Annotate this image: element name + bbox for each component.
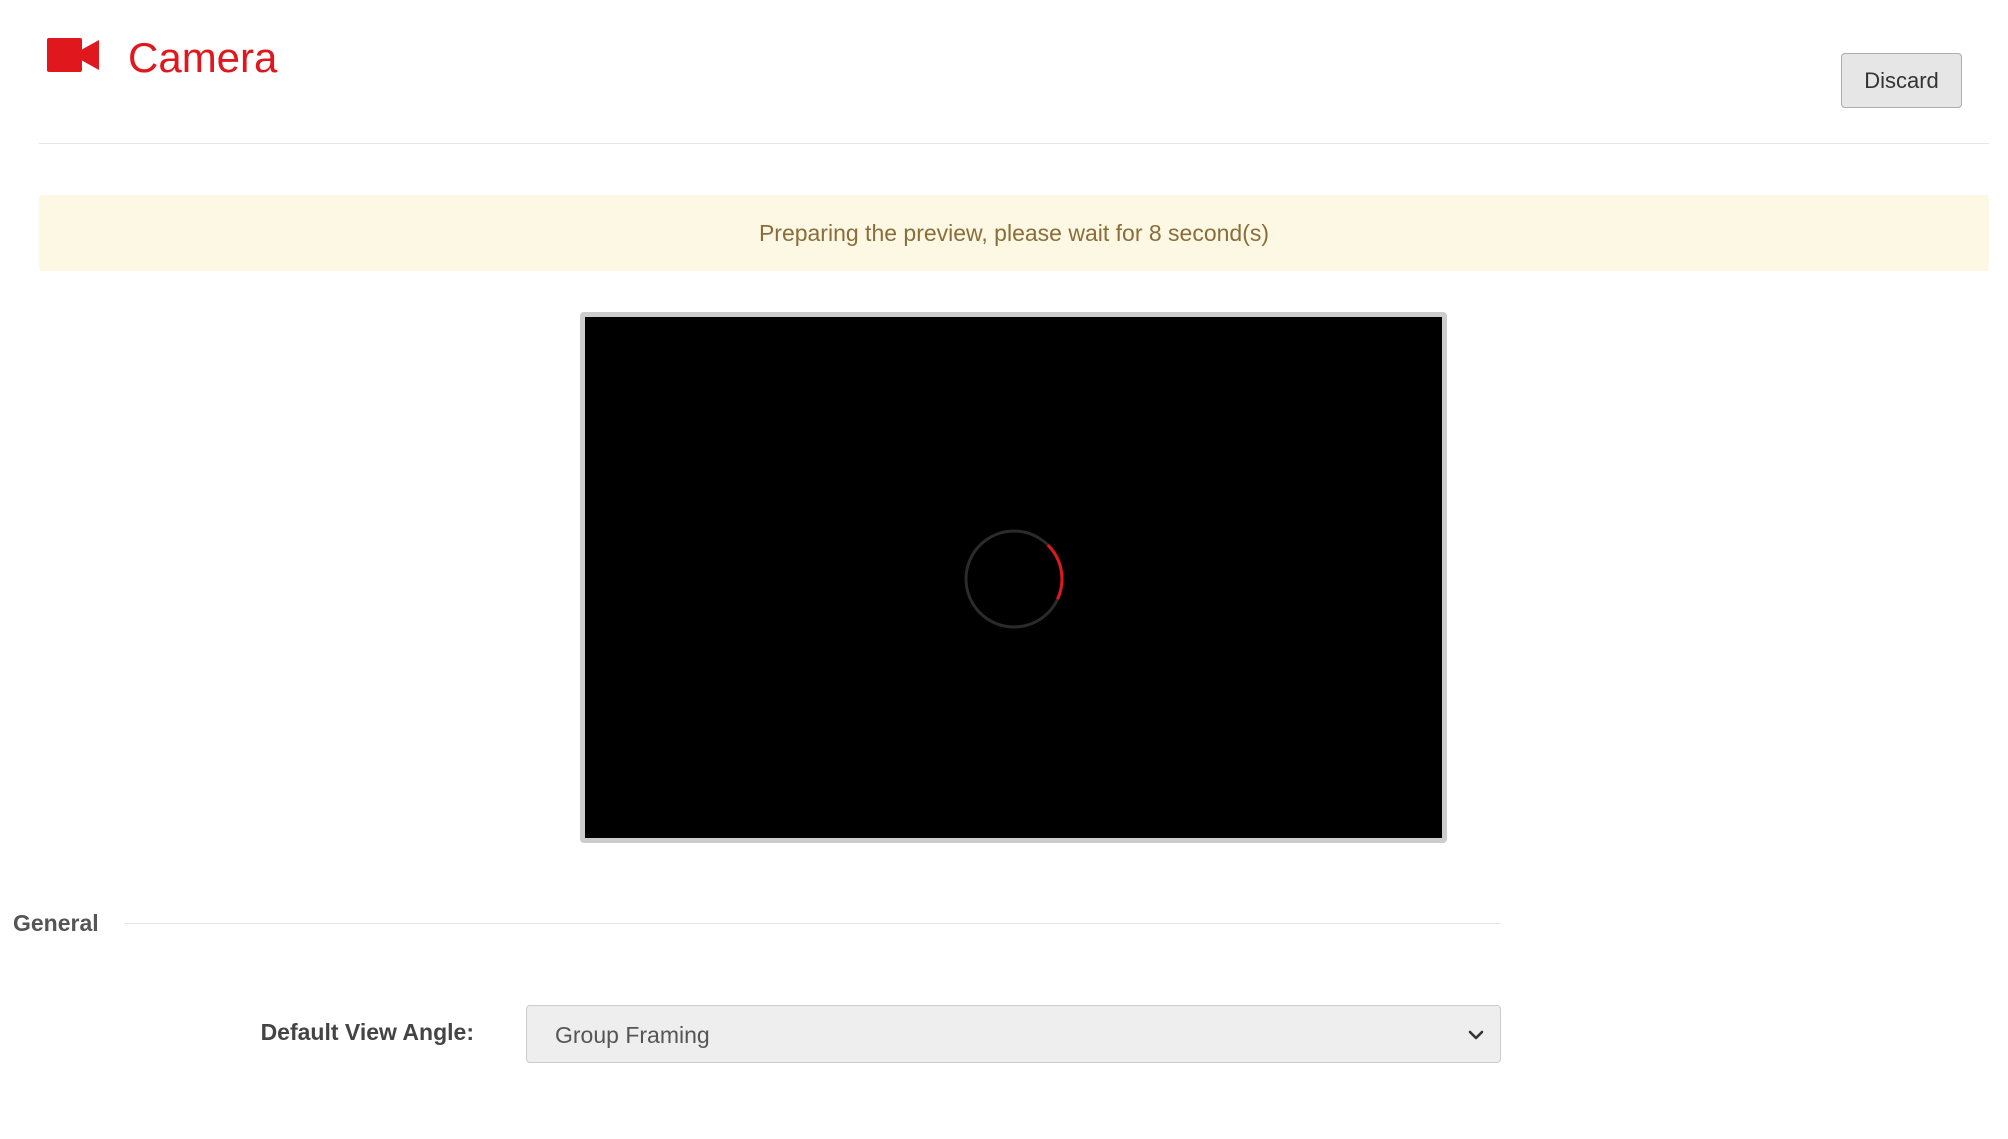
preview-status-alert: Preparing the preview, please wait for 8…	[39, 195, 1989, 271]
alert-message: Preparing the preview, please wait for 8…	[758, 219, 1270, 246]
default-view-angle-select[interactable]: Group Framing	[526, 1005, 1501, 1063]
camera-settings-page: Camera Discard Preparing the preview, pl…	[0, 0, 2008, 1139]
video-camera-icon	[47, 38, 99, 72]
discard-button[interactable]: Discard	[1841, 53, 1962, 108]
default-view-angle-value: Group Framing	[555, 1022, 710, 1048]
section-title-general: General	[13, 910, 99, 936]
page-title: Camera	[128, 34, 278, 81]
loading-spinner-icon	[964, 529, 1064, 629]
chevron-down-icon	[1466, 1025, 1486, 1045]
page-header: Camera Discard	[39, 0, 1989, 144]
section-divider	[124, 923, 1501, 924]
default-view-angle-label: Default View Angle:	[260, 1019, 474, 1045]
camera-preview	[580, 312, 1447, 843]
